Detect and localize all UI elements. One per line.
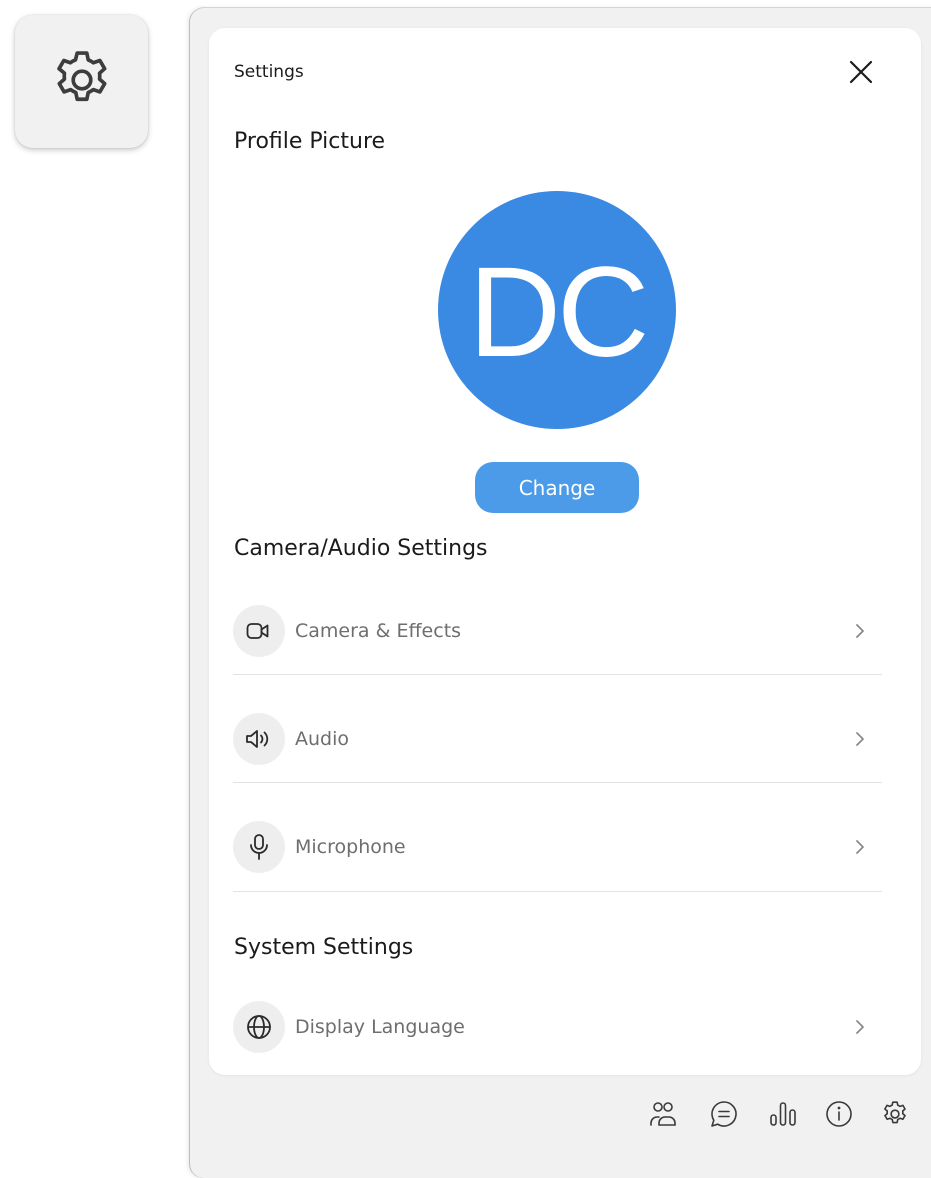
settings-button[interactable] [877, 1098, 913, 1134]
divider [233, 782, 882, 783]
system-settings-heading: System Settings [234, 935, 414, 960]
panel-title: Settings [234, 62, 304, 82]
camera-effects-row[interactable]: Camera & Effects [233, 603, 882, 659]
divider [233, 891, 882, 892]
display-language-row[interactable]: Display Language [233, 999, 882, 1055]
camera-effects-label: Camera & Effects [295, 620, 462, 642]
microphone-label: Microphone [295, 836, 406, 858]
divider [233, 674, 882, 675]
chat-icon [708, 1098, 740, 1134]
settings-gear-icon [880, 1099, 910, 1133]
change-picture-button[interactable]: Change [475, 462, 639, 513]
chevron-right-icon [850, 1017, 870, 1037]
camera-audio-heading: Camera/Audio Settings [234, 536, 488, 561]
stats-icon [767, 1098, 799, 1134]
chevron-right-icon [850, 729, 870, 749]
microphone-icon [233, 821, 285, 873]
chevron-right-icon [850, 621, 870, 641]
chevron-right-icon [850, 837, 870, 857]
profile-picture-heading: Profile Picture [234, 129, 386, 154]
display-language-label: Display Language [295, 1016, 465, 1038]
audio-row[interactable]: Audio [233, 711, 882, 767]
participants-button[interactable] [645, 1098, 681, 1134]
chat-button[interactable] [706, 1098, 742, 1134]
gear-icon [48, 46, 116, 118]
speaker-icon [233, 713, 285, 765]
audio-label: Audio [295, 728, 350, 750]
close-icon [848, 59, 874, 89]
stats-button[interactable] [765, 1098, 801, 1134]
avatar: DC [438, 191, 676, 429]
info-button[interactable] [821, 1098, 857, 1134]
settings-card: Settings Profile Picture DC Change Camer… [209, 28, 921, 1075]
microphone-row[interactable]: Microphone [233, 819, 882, 875]
info-icon [823, 1098, 855, 1134]
video-camera-icon [233, 605, 285, 657]
close-button[interactable] [841, 54, 881, 94]
globe-icon [233, 1001, 285, 1053]
participants-icon [647, 1098, 679, 1134]
settings-toggle-button[interactable] [15, 15, 148, 148]
